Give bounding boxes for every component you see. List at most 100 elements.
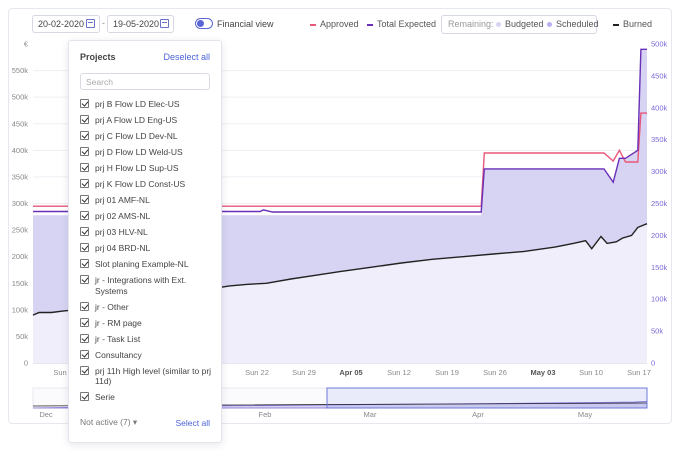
checkbox-checked-icon[interactable]	[80, 259, 89, 268]
checkbox-checked-icon[interactable]	[80, 131, 89, 140]
y-tick-label: 550k	[12, 66, 29, 75]
navigator-label: Feb	[259, 410, 272, 419]
checkbox-checked-icon[interactable]	[80, 99, 89, 108]
project-item-label: prj 01 AMF-NL	[95, 195, 150, 205]
project-item[interactable]: jr - RM page	[80, 317, 216, 329]
select-all-link[interactable]: Select all	[176, 418, 211, 428]
project-search-input[interactable]	[80, 73, 210, 90]
projects-filter-panel: Projects Deselect all prj B Flow LD Elec…	[68, 40, 222, 443]
deselect-all-link[interactable]: Deselect all	[163, 52, 210, 62]
navigator-selection[interactable]	[326, 387, 648, 409]
project-item-label: prj 03 HLV-NL	[95, 227, 148, 237]
project-item[interactable]: prj K Flow LD Const-US	[80, 179, 216, 190]
project-item-label: prj 11h High level (similar to prj 11d)	[95, 365, 212, 387]
caret-down-icon: ▾	[132, 417, 138, 427]
project-item-label: jr - Task List	[95, 333, 141, 344]
project-item[interactable]: prj B Flow LD Elec-US	[80, 99, 216, 110]
x-tick-label: Sun 29	[292, 368, 316, 377]
y-unit-label: €	[24, 40, 29, 49]
y-tick-label: 300k	[12, 199, 29, 208]
project-item-label: jr - Other	[95, 301, 129, 312]
x-tick-label: Sun 22	[245, 368, 269, 377]
project-list: prj B Flow LD Elec-US prj A Flow LD Eng-U…	[80, 99, 216, 408]
x-tick-label: Sun 26	[483, 368, 507, 377]
checkbox-checked-icon[interactable]	[80, 195, 89, 204]
project-item[interactable]: jr - Other	[80, 301, 216, 313]
y-right-tick-label: 50k	[651, 327, 663, 336]
project-item[interactable]: jr - Task List	[80, 333, 216, 345]
y-right-tick-label: 150k	[651, 263, 668, 272]
checkbox-checked-icon[interactable]	[80, 349, 89, 359]
x-tick-label: May 03	[530, 368, 555, 377]
checkbox-checked-icon[interactable]	[80, 365, 89, 375]
project-item[interactable]: prj 01 AMF-NL	[80, 195, 216, 206]
checkbox-checked-icon[interactable]	[80, 317, 89, 327]
checkbox-checked-icon[interactable]	[80, 115, 89, 124]
y-right-tick-label: 100k	[651, 295, 668, 304]
y-tick-label: 250k	[12, 226, 29, 235]
not-active-label: Not active (7)	[80, 417, 131, 427]
y-right-tick-label: 0	[651, 359, 655, 368]
project-item[interactable]: Serie	[80, 392, 216, 403]
y-tick-label: 200k	[12, 252, 29, 261]
project-item-label: prj C Flow LD Dev-NL	[95, 131, 178, 141]
project-item[interactable]: prj A Flow LD Eng-US	[80, 115, 216, 126]
project-item-label: Serie	[95, 392, 115, 402]
x-tick-label: Sun 19	[435, 368, 459, 377]
project-item[interactable]: prj 11h High level (similar to prj 11d)	[80, 365, 216, 387]
project-item-label: prj A Flow LD Eng-US	[95, 115, 178, 125]
navigator-label: Apr	[472, 410, 484, 419]
project-item[interactable]: prj C Flow LD Dev-NL	[80, 131, 216, 142]
y-right-tick-label: 350k	[651, 135, 668, 144]
x-tick-label: Apr 05	[339, 368, 362, 377]
project-item-label: prj D Flow LD Weld-US	[95, 147, 183, 157]
not-active-dropdown[interactable]: Not active (7) ▾	[80, 417, 137, 428]
checkbox-checked-icon[interactable]	[80, 227, 89, 236]
project-item-label: prj B Flow LD Elec-US	[95, 99, 180, 109]
project-item[interactable]: prj 03 HLV-NL	[80, 227, 216, 238]
y-tick-label: 400k	[12, 146, 29, 155]
project-item[interactable]: prj 04 BRD-NL	[80, 243, 216, 254]
navigator-label: Dec	[39, 410, 53, 419]
navigator-label: May	[578, 410, 592, 419]
project-item[interactable]: jr - Integrations with Ext. Systems	[80, 275, 216, 296]
x-tick-label: Sun	[53, 368, 66, 377]
checkbox-checked-icon[interactable]	[80, 211, 89, 220]
y-right-tick-label: 300k	[651, 167, 668, 176]
x-tick-label: Sun 10	[579, 368, 603, 377]
y-axis-right: 0 50k 100k 150k 200k 250k 300k 350k 400k 450k 500k	[651, 40, 668, 368]
project-item-label: prj 02 AMS-NL	[95, 211, 151, 221]
checkbox-checked-icon[interactable]	[80, 179, 89, 188]
project-item[interactable]: Slot planing Example-NL	[80, 259, 216, 270]
project-item-label: Slot planing Example-NL	[95, 259, 189, 269]
checkbox-checked-icon[interactable]	[80, 275, 89, 284]
x-tick-label: Sun 12	[387, 368, 411, 377]
y-right-tick-label: 450k	[651, 71, 668, 80]
y-tick-label: 450k	[12, 119, 29, 128]
panel-title: Projects	[80, 52, 116, 62]
y-tick-label: 350k	[12, 172, 29, 181]
x-tick-label: Sun 17	[627, 368, 651, 377]
project-item-label: Consultancy	[95, 349, 142, 360]
checkbox-checked-icon[interactable]	[80, 163, 89, 172]
y-axis: 0 50k 100k 150k 200k 250k 300k 350k 400k 450k 500k…	[12, 40, 29, 368]
project-item[interactable]: Consultancy	[80, 349, 216, 361]
project-item-label: prj H Flow LD Sup-US	[95, 163, 179, 173]
y-right-tick-label: 400k	[651, 103, 668, 112]
project-item[interactable]: prj 02 AMS-NL	[80, 211, 216, 222]
checkbox-checked-icon[interactable]	[80, 333, 89, 343]
checkbox-checked-icon[interactable]	[80, 147, 89, 156]
navigator-label: Mar	[364, 410, 377, 419]
y-right-tick-label: 500k	[651, 40, 668, 49]
y-tick-label: 0	[24, 359, 28, 368]
y-right-tick-label: 250k	[651, 199, 668, 208]
y-right-tick-label: 200k	[651, 231, 668, 240]
project-item[interactable]: prj H Flow LD Sup-US	[80, 163, 216, 174]
checkbox-checked-icon[interactable]	[80, 301, 89, 311]
project-item-label: jr - RM page	[95, 317, 142, 328]
project-item[interactable]: prj D Flow LD Weld-US	[80, 147, 216, 158]
checkbox-checked-icon[interactable]	[80, 392, 89, 401]
project-item-label: prj K Flow LD Const-US	[95, 179, 186, 189]
y-tick-label: 100k	[12, 305, 29, 314]
checkbox-checked-icon[interactable]	[80, 243, 89, 252]
